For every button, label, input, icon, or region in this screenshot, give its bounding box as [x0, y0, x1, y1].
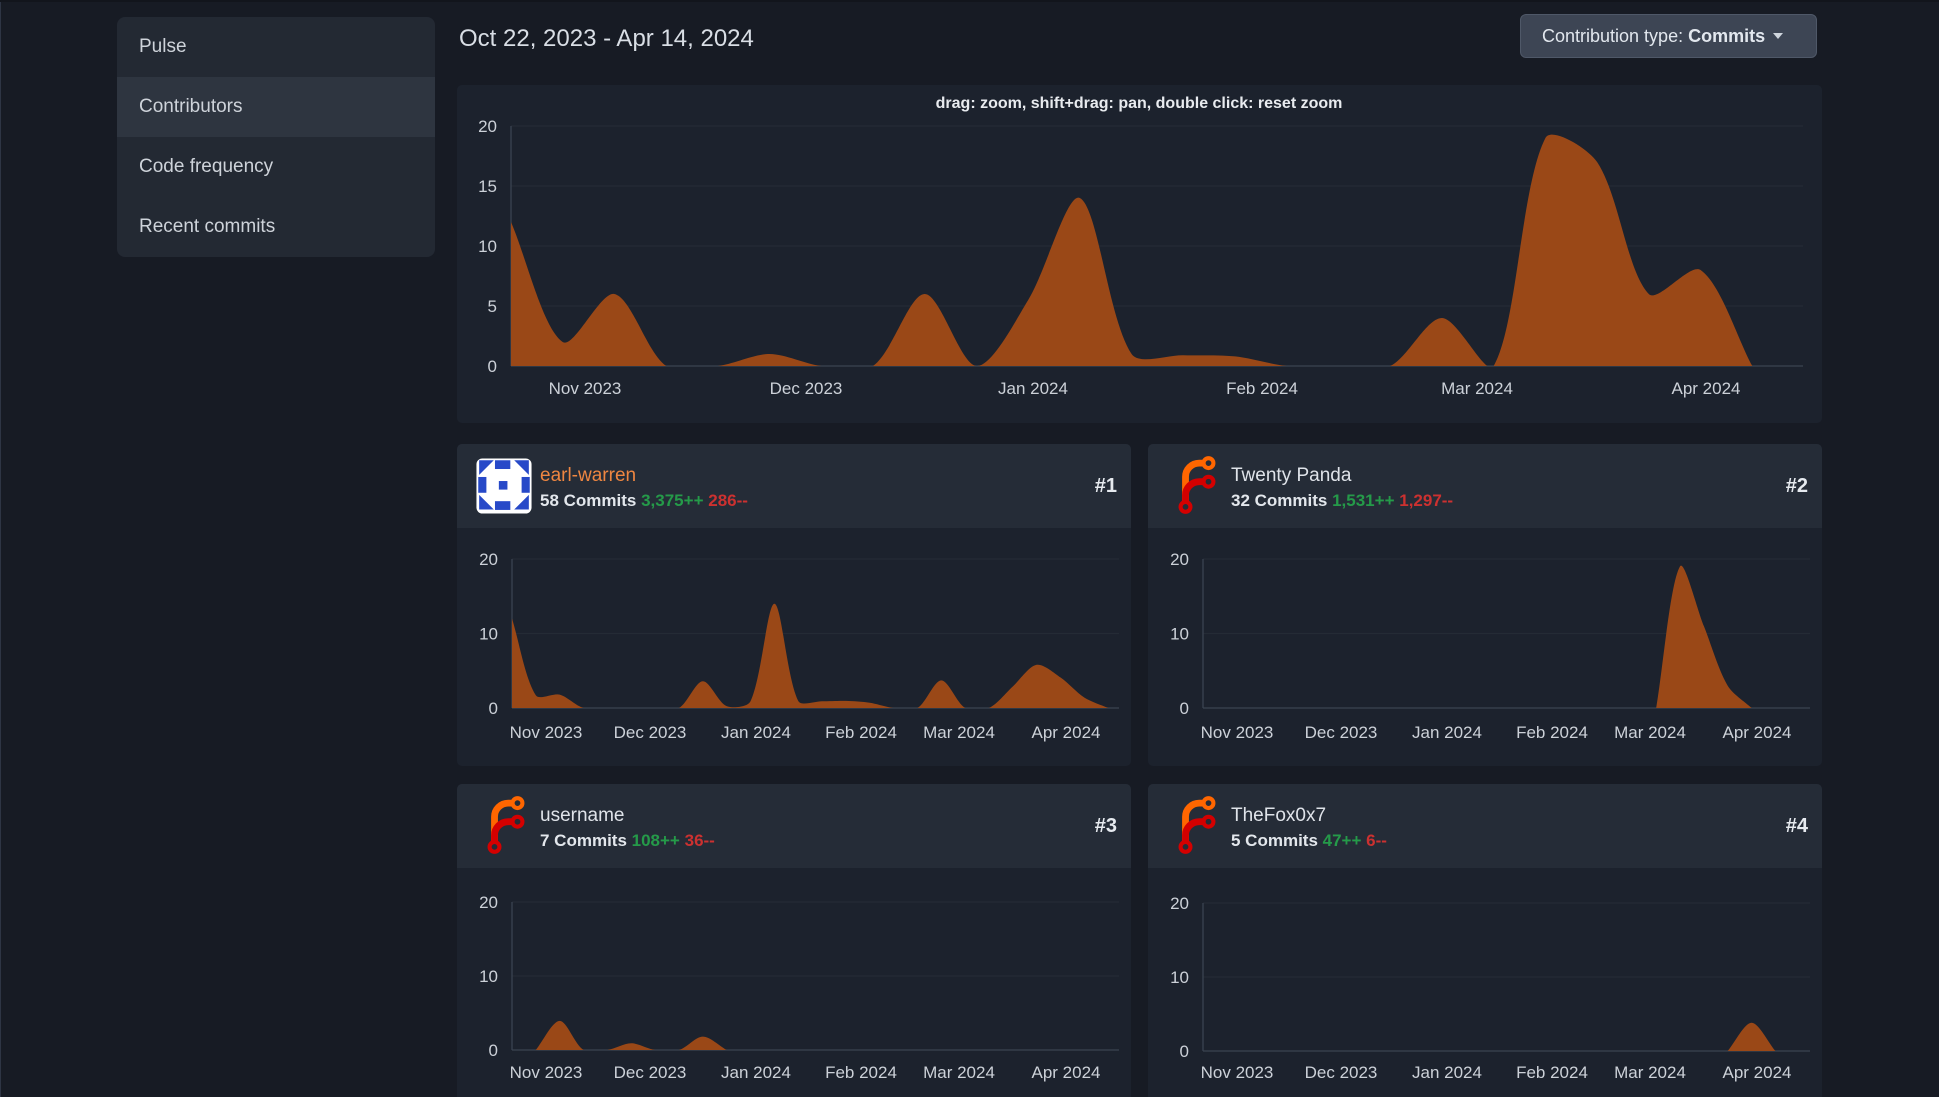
svg-text:10: 10 — [479, 625, 498, 644]
svg-text:Mar 2024: Mar 2024 — [1441, 379, 1513, 398]
svg-text:Nov 2023: Nov 2023 — [510, 723, 583, 742]
svg-text:Dec 2023: Dec 2023 — [1305, 1063, 1378, 1082]
svg-text:Apr 2024: Apr 2024 — [1672, 379, 1741, 398]
svg-text:Apr 2024: Apr 2024 — [1723, 723, 1792, 742]
svg-text:Nov 2023: Nov 2023 — [1201, 723, 1274, 742]
svg-text:Jan 2024: Jan 2024 — [1412, 1063, 1482, 1082]
svg-text:0: 0 — [488, 357, 497, 376]
svg-text:Jan 2024: Jan 2024 — [721, 723, 791, 742]
svg-text:Dec 2023: Dec 2023 — [614, 1063, 687, 1082]
svg-text:20: 20 — [479, 893, 498, 912]
svg-text:0: 0 — [489, 1041, 498, 1060]
svg-text:0: 0 — [1180, 1042, 1189, 1061]
svg-text:20: 20 — [478, 117, 497, 136]
svg-text:10: 10 — [479, 967, 498, 986]
svg-text:Dec 2023: Dec 2023 — [770, 379, 843, 398]
svg-text:15: 15 — [478, 177, 497, 196]
svg-text:Feb 2024: Feb 2024 — [1226, 379, 1298, 398]
svg-text:10: 10 — [1170, 625, 1189, 644]
svg-text:Feb 2024: Feb 2024 — [825, 723, 897, 742]
svg-text:10: 10 — [478, 237, 497, 256]
svg-text:Nov 2023: Nov 2023 — [510, 1063, 583, 1082]
svg-text:Mar 2024: Mar 2024 — [1614, 1063, 1686, 1082]
svg-text:Mar 2024: Mar 2024 — [923, 723, 995, 742]
svg-text:Apr 2024: Apr 2024 — [1032, 723, 1101, 742]
svg-text:20: 20 — [1170, 550, 1189, 569]
svg-text:20: 20 — [479, 550, 498, 569]
svg-text:0: 0 — [1180, 699, 1189, 718]
svg-text:Mar 2024: Mar 2024 — [923, 1063, 995, 1082]
svg-text:Jan 2024: Jan 2024 — [1412, 723, 1482, 742]
svg-text:Jan 2024: Jan 2024 — [721, 1063, 791, 1082]
svg-text:Nov 2023: Nov 2023 — [549, 379, 622, 398]
svg-text:Jan 2024: Jan 2024 — [998, 379, 1068, 398]
svg-text:10: 10 — [1170, 968, 1189, 987]
svg-text:0: 0 — [489, 699, 498, 718]
svg-text:Feb 2024: Feb 2024 — [1516, 723, 1588, 742]
svg-text:20: 20 — [1170, 894, 1189, 913]
svg-text:Mar 2024: Mar 2024 — [1614, 723, 1686, 742]
svg-text:Apr 2024: Apr 2024 — [1723, 1063, 1792, 1082]
svg-text:5: 5 — [488, 297, 497, 316]
svg-text:Dec 2023: Dec 2023 — [614, 723, 687, 742]
svg-text:Feb 2024: Feb 2024 — [825, 1063, 897, 1082]
svg-text:Feb 2024: Feb 2024 — [1516, 1063, 1588, 1082]
svg-text:Apr 2024: Apr 2024 — [1032, 1063, 1101, 1082]
svg-text:Nov 2023: Nov 2023 — [1201, 1063, 1274, 1082]
svg-text:drag: zoom, shift+drag: pan, d: drag: zoom, shift+drag: pan, double clic… — [936, 95, 1343, 112]
svg-text:Dec 2023: Dec 2023 — [1305, 723, 1378, 742]
